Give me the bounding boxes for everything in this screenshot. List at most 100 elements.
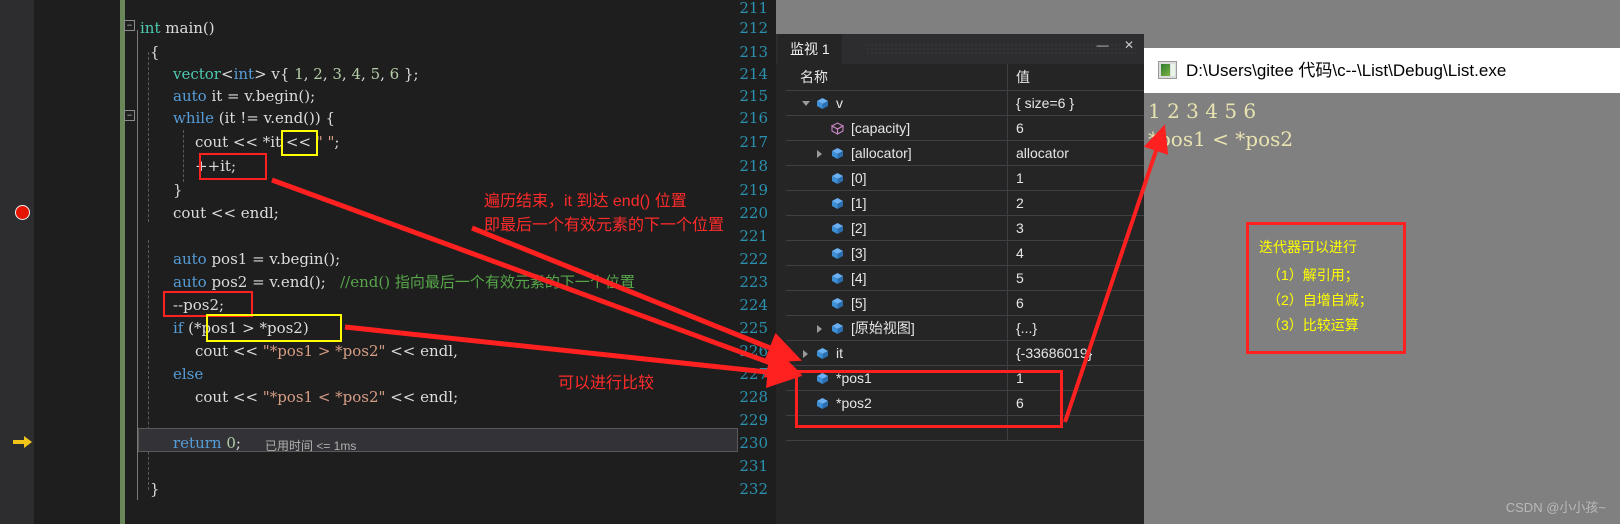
- watch-name-cell[interactable]: [0]: [786, 166, 1008, 191]
- code-line-232: }: [150, 480, 160, 498]
- table-row[interactable]: [capacity] 6: [786, 116, 1144, 141]
- object-cube-icon: [816, 97, 829, 110]
- watch-name-cell[interactable]: [原始视图]: [786, 316, 1008, 341]
- watch-name-text: [2]: [851, 220, 867, 236]
- watch-value-cell[interactable]: 6: [1008, 116, 1144, 141]
- table-row[interactable]: [5] 6: [786, 291, 1144, 316]
- elapsed-time-label: 已用时间 <= 1ms: [265, 439, 357, 453]
- tab-watch-1[interactable]: 监视 1: [778, 34, 842, 64]
- watch-value-text: 3: [1016, 220, 1024, 236]
- watch-name-text: [5]: [851, 295, 867, 311]
- console-title-bar[interactable]: D:\Users\gitee 代码\c--\List\Debug\List.ex…: [1144, 48, 1620, 93]
- watch-value-text: { size=6 }: [1016, 95, 1074, 111]
- watch-name-cell[interactable]: [2]: [786, 216, 1008, 241]
- watch-value-text: allocator: [1016, 145, 1069, 161]
- code-line-215: auto it = v.begin();: [173, 87, 316, 105]
- watch-value-cell[interactable]: {-33686019}: [1008, 341, 1144, 366]
- watch-value-cell[interactable]: {...}: [1008, 316, 1144, 341]
- code-text-layer[interactable]: int main() { vector<int> v{ 1, 2, 3, 4, …: [125, 0, 776, 524]
- breakpoint-marker[interactable]: [15, 205, 30, 220]
- current-statement-arrow-icon: [13, 435, 33, 449]
- annotation-iterator-operations-box: 迭代器可以进行 （1）解引用； （2）自增自减； （3）比较运算: [1246, 222, 1406, 354]
- watch-header-name-cell[interactable]: 名称: [786, 64, 1008, 91]
- console-output-line: 1 2 3 4 5 6: [1148, 99, 1257, 123]
- table-row[interactable]: it {-33686019}: [786, 341, 1144, 366]
- console-app-icon: [1158, 61, 1177, 79]
- watch-value-cell[interactable]: allocator: [1008, 141, 1144, 166]
- table-row[interactable]: [原始视图] {...}: [786, 316, 1144, 341]
- annotation-end-position-line1: 遍历结束，it 到达 end() 位置: [484, 193, 687, 210]
- code-line-220: cout << endl;: [173, 204, 279, 222]
- watch-name-text: [allocator]: [851, 145, 912, 161]
- watch-value-cell[interactable]: 5: [1008, 266, 1144, 291]
- table-row[interactable]: [2] 3: [786, 216, 1144, 241]
- watch-column-headers: 名称 值: [786, 64, 1144, 91]
- object-cube-icon: [831, 222, 844, 235]
- console-output-line: *pos1 < *pos2: [1148, 127, 1294, 151]
- watch-value-cell[interactable]: 6: [1008, 291, 1144, 316]
- code-line-212: int main(): [140, 19, 215, 37]
- watch-name-cell[interactable]: [capacity]: [786, 116, 1008, 141]
- object-cube-icon: [831, 297, 844, 310]
- object-cube-icon: [831, 322, 844, 335]
- watch-name-cell[interactable]: [1]: [786, 191, 1008, 216]
- table-row[interactable]: [0] 1: [786, 166, 1144, 191]
- table-row[interactable]: v { size=6 }: [786, 91, 1144, 116]
- table-row[interactable]: [1] 2: [786, 191, 1144, 216]
- watch-window-buttons[interactable]: — ✕: [1097, 38, 1140, 52]
- code-line-227: else: [173, 365, 204, 383]
- watch-value-text: 4: [1016, 245, 1024, 261]
- watch-value-cell[interactable]: 3: [1008, 216, 1144, 241]
- object-cube-icon: [831, 172, 844, 185]
- object-cube-icon: [831, 247, 844, 260]
- watch-value-cell[interactable]: 4: [1008, 241, 1144, 266]
- watch-header-value: 值: [1016, 69, 1030, 85]
- watch-value-text: {...}: [1016, 320, 1038, 336]
- table-row[interactable]: [3] 4: [786, 241, 1144, 266]
- watch-tab-strip: 监视 1 — ✕: [776, 34, 1144, 64]
- watch-value-text: 6: [1016, 120, 1024, 136]
- watch-name-text: [3]: [851, 245, 867, 261]
- table-row[interactable]: [4] 5: [786, 266, 1144, 291]
- code-line-214: vector<int> v{ 1, 2, 3, 4, 5, 6 };: [173, 65, 419, 83]
- watch-value-text: 5: [1016, 270, 1024, 286]
- watch-name-text: [4]: [851, 270, 867, 286]
- code-line-226: cout << "*pos1 > *pos2" << endl,: [195, 342, 458, 360]
- watch-name-cell[interactable]: [3]: [786, 241, 1008, 266]
- chevron-right-icon[interactable]: [817, 325, 822, 333]
- watch-name-cell[interactable]: [allocator]: [786, 141, 1008, 166]
- watch-value-cell[interactable]: 1: [1008, 166, 1144, 191]
- annotation-iterator-item-3: （3）比较运算: [1267, 317, 1359, 333]
- screenshot-root: 211 212 213 214 215 216 217 218 219 220 …: [0, 0, 1620, 524]
- watch-name-cell[interactable]: v: [786, 91, 1008, 116]
- property-cube-icon: [830, 122, 845, 135]
- highlight-box-pos-rows: [795, 370, 1063, 428]
- watch-name-text: [capacity]: [851, 120, 911, 136]
- watch-name-cell[interactable]: it: [786, 341, 1008, 366]
- code-editor-pane[interactable]: 211 212 213 214 215 216 217 218 219 220 …: [0, 0, 776, 524]
- watch-name-cell[interactable]: [4]: [786, 266, 1008, 291]
- watch-window-panel[interactable]: 监视 1 — ✕ 名称 值 v { size=6 } [capacity] 6 …: [776, 34, 1144, 524]
- watch-value-text: 2: [1016, 195, 1024, 211]
- editor-line-number-gutter: [34, 0, 120, 524]
- watch-header-value-cell[interactable]: 值: [1008, 64, 1144, 91]
- watch-header-name: 名称: [800, 69, 828, 85]
- watch-value-text: 6: [1016, 295, 1024, 311]
- object-cube-icon: [831, 272, 844, 285]
- csdn-watermark: CSDN @小小孩~: [1505, 500, 1606, 515]
- chevron-down-icon[interactable]: [802, 101, 810, 106]
- code-line-216: while (it != v.end()) {: [173, 109, 336, 127]
- console-title-text: D:\Users\gitee 代码\c--\List\Debug\List.ex…: [1186, 61, 1507, 80]
- table-row[interactable]: [allocator] allocator: [786, 141, 1144, 166]
- code-comment-223: //end() 指向最后一个有效元素的下一个位置: [340, 273, 635, 291]
- watch-name-cell[interactable]: [5]: [786, 291, 1008, 316]
- watch-value-text: {-33686019}: [1016, 345, 1093, 361]
- object-cube-icon: [816, 347, 829, 360]
- chevron-right-icon[interactable]: [817, 150, 822, 158]
- highlight-box-compare-condition: [206, 314, 342, 342]
- watch-value-cell[interactable]: { size=6 }: [1008, 91, 1144, 116]
- chevron-right-icon[interactable]: [803, 350, 808, 358]
- watch-value-text: 1: [1016, 170, 1024, 186]
- watch-value-cell[interactable]: 2: [1008, 191, 1144, 216]
- annotation-iterator-heading: 迭代器可以进行: [1259, 239, 1357, 255]
